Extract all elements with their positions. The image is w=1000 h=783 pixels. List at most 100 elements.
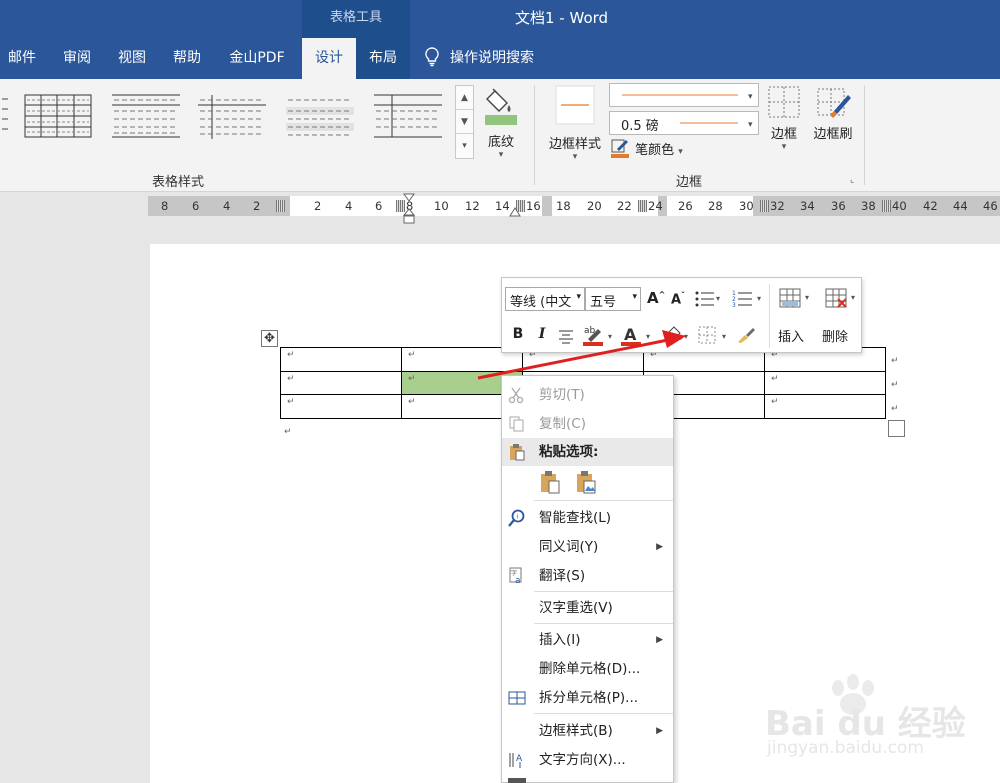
grow-font-icon[interactable]: A^ xyxy=(647,289,665,307)
ruler-column-marker[interactable] xyxy=(882,200,891,212)
tab-layout[interactable]: 布局 xyxy=(356,38,410,79)
menu-item-border-styles[interactable]: 边框样式(B) ▶ xyxy=(502,717,673,745)
tab-wps-pdf[interactable]: 金山PDF xyxy=(220,38,294,79)
tell-me-search[interactable]: 操作说明搜索 xyxy=(424,38,534,79)
pen-color-button[interactable]: 笔颜色 ▾ xyxy=(611,138,711,162)
menu-item-copy[interactable]: 复制(C) xyxy=(502,410,673,438)
tab-mailings[interactable]: 邮件 xyxy=(0,38,44,79)
table-style-thumb[interactable] xyxy=(0,91,22,143)
chevron-down-icon: ▾ xyxy=(572,152,578,162)
ruler-number: 12 xyxy=(465,199,480,213)
ruler-number: 40 xyxy=(892,199,907,213)
menu-item-label: 插入(I) xyxy=(539,632,581,648)
menu-item-reconversion[interactable]: 汉字重选(V) xyxy=(502,594,673,622)
ruler-column-marker[interactable] xyxy=(760,200,769,212)
menu-item-insert[interactable]: 插入(I) ▶ xyxy=(502,626,673,654)
indent-marker-icon[interactable] xyxy=(402,193,416,225)
split-cells-icon xyxy=(508,691,526,705)
ruler-column-marker[interactable] xyxy=(638,200,647,212)
gallery-up-icon[interactable]: ▲ xyxy=(456,86,473,110)
ribbon-design: ▲ ▼ ▾ 底纹 ▾ 表格样式 边框样式 ▾ ▾ 0.5 磅 ▾ 笔颜色 ▾ 边… xyxy=(0,79,1000,192)
border-styles-button[interactable]: 边框样式 ▾ xyxy=(542,85,608,169)
paste-picture-icon[interactable] xyxy=(574,470,598,494)
numbering-icon[interactable]: 123▾ xyxy=(732,289,766,309)
tab-stop-marker-icon[interactable] xyxy=(508,200,522,220)
font-name-box[interactable]: 等线 (中文 ▾ xyxy=(505,287,585,311)
bold-icon[interactable]: B xyxy=(510,326,526,342)
menu-item-delete-cells[interactable]: 删除单元格(D)... xyxy=(502,655,673,683)
line-weight-dropdown[interactable]: 0.5 磅 ▾ xyxy=(609,111,759,135)
borders-icon[interactable]: ▾ xyxy=(698,326,732,346)
ruler-number: 10 xyxy=(434,199,449,213)
menu-item-smart-lookup[interactable]: i 智能查找(L) xyxy=(502,504,673,532)
italic-icon[interactable]: I xyxy=(535,326,549,342)
delete-label[interactable]: 删除 xyxy=(822,326,848,345)
table-cell[interactable]: ↵ xyxy=(280,394,402,419)
menu-item-text-direction[interactable]: A 文字方向(X)... xyxy=(502,746,673,774)
ruler-number: 22 xyxy=(617,199,632,213)
table-style-thumb[interactable] xyxy=(23,91,95,143)
pen-color-label: 笔颜色 xyxy=(635,143,675,158)
shrink-font-icon[interactable]: Aˇ xyxy=(670,291,686,307)
table-tools-context-label: 表格工具 xyxy=(302,0,410,38)
ruler-number: 8 xyxy=(161,199,169,213)
table-style-thumb[interactable] xyxy=(284,91,356,143)
table-style-thumb[interactable] xyxy=(196,91,268,143)
menu-separator xyxy=(534,500,673,501)
insert-table-icon[interactable]: ▾ xyxy=(778,287,814,311)
tab-view[interactable]: 视图 xyxy=(107,38,157,79)
table-styles-gallery[interactable] xyxy=(0,85,474,149)
menu-item-label: 粘贴选项: xyxy=(539,444,599,460)
toolbar-separator xyxy=(769,284,770,348)
gallery-scroll[interactable]: ▲ ▼ ▾ xyxy=(455,85,474,159)
menu-item-label: 文字方向(X)... xyxy=(539,752,626,768)
copy-icon xyxy=(509,416,524,432)
shading-bucket-icon[interactable]: ▾ xyxy=(662,323,696,347)
table-style-thumb[interactable] xyxy=(372,91,444,143)
table-cell[interactable]: ↵ xyxy=(280,347,402,372)
delete-table-icon[interactable]: ▾ xyxy=(824,287,860,311)
borders-button[interactable]: 边框 ▾ xyxy=(764,85,804,169)
ruler-column-marker[interactable] xyxy=(276,200,285,212)
paste-keep-format-icon[interactable] xyxy=(538,470,562,494)
tab-help[interactable]: 帮助 xyxy=(162,38,212,79)
center-align-icon[interactable] xyxy=(558,328,574,344)
table-cell[interactable]: ↵ xyxy=(764,370,886,395)
svg-text:A: A xyxy=(624,325,637,344)
font-size-value: 五号 xyxy=(590,295,617,310)
tell-me-label: 操作说明搜索 xyxy=(450,50,534,66)
gallery-down-icon[interactable]: ▼ xyxy=(456,110,473,134)
table-cell[interactable]: ↵ xyxy=(280,370,402,395)
chevron-down-icon: ▾ xyxy=(576,292,581,302)
menu-item-split-cells[interactable]: 拆分单元格(P)... xyxy=(502,684,673,712)
table-resize-handle-icon[interactable] xyxy=(888,420,905,437)
insert-label[interactable]: 插入 xyxy=(778,326,804,345)
border-painter-button[interactable]: 边框刷 xyxy=(808,85,858,169)
table-move-handle-icon[interactable]: ✥ xyxy=(261,330,278,347)
table-style-thumb[interactable] xyxy=(110,91,182,143)
ruler-number: 2 xyxy=(314,199,322,213)
menu-item-synonyms[interactable]: 同义词(Y) ▶ xyxy=(502,533,673,561)
tab-design[interactable]: 设计 xyxy=(302,38,356,79)
gallery-more-icon[interactable]: ▾ xyxy=(456,134,473,158)
window-title: 文档1 - Word xyxy=(515,9,609,27)
border-painter-label: 边框刷 xyxy=(813,127,853,142)
tab-review[interactable]: 审阅 xyxy=(52,38,102,79)
menu-item-translate[interactable]: a字 翻译(S) xyxy=(502,562,673,590)
table-cell[interactable]: ↵ xyxy=(764,394,886,419)
pen-icon xyxy=(611,139,629,158)
highlight-icon[interactable]: ab▾ xyxy=(582,323,618,347)
bullets-icon[interactable]: ▾ xyxy=(694,289,722,309)
horizontal-ruler[interactable]: 8 6 4 2 2 4 6 8 10 12 14 16 18 20 22 24 … xyxy=(148,196,1000,216)
dialog-launcher-icon[interactable]: ⌞ xyxy=(850,175,854,185)
menu-item-label: 删除单元格(D)... xyxy=(539,661,641,677)
svg-text:▾: ▾ xyxy=(748,92,753,102)
font-size-box[interactable]: 五号 ▾ xyxy=(585,287,641,311)
line-style-dropdown[interactable]: ▾ xyxy=(609,83,759,107)
format-painter-icon[interactable] xyxy=(736,325,756,345)
font-color-icon[interactable]: A ▾ xyxy=(620,323,656,347)
ruler-number: 28 xyxy=(708,199,723,213)
menu-item-cut[interactable]: 剪切(T) xyxy=(502,381,673,409)
shading-button[interactable]: 底纹 ▾ xyxy=(478,85,524,169)
svg-text:字: 字 xyxy=(511,569,517,577)
